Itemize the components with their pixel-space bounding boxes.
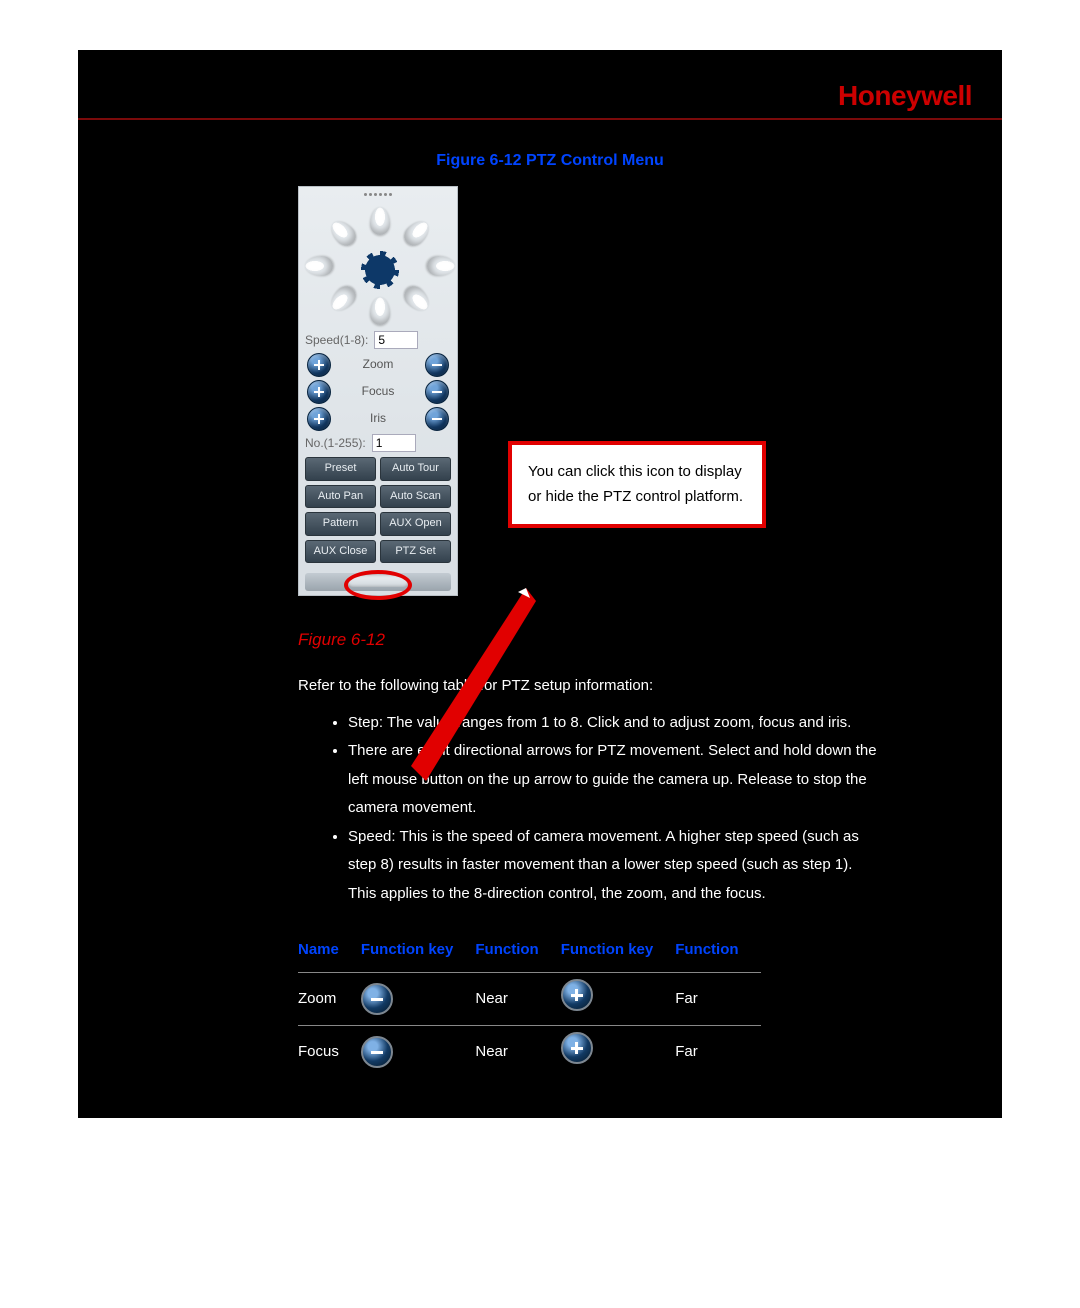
direction-pad: [305, 207, 455, 325]
minus-icon: [361, 983, 393, 1015]
direction-hub-icon[interactable]: [361, 251, 399, 289]
iris-row: Iris: [307, 407, 449, 431]
number-input[interactable]: [372, 434, 416, 452]
cell-func: Far: [675, 1026, 760, 1079]
focus-label: Focus: [331, 382, 425, 401]
arrow-right-icon[interactable]: [427, 256, 455, 276]
cell-minus-icon: [361, 973, 476, 1026]
minus-icon: [361, 1036, 393, 1068]
arrow-left-icon[interactable]: [305, 256, 333, 276]
figure-title: Figure 6-12 PTZ Control Menu: [158, 148, 942, 174]
th-name: Name: [298, 934, 361, 973]
preset-button[interactable]: Preset: [305, 457, 376, 481]
cell-func: Far: [675, 973, 760, 1026]
arrow-down-icon[interactable]: [370, 297, 390, 325]
cell-plus-icon: [561, 1026, 676, 1079]
th-f1: Function: [475, 934, 560, 973]
pattern-button[interactable]: Pattern: [305, 512, 376, 536]
arrow-up-right-icon[interactable]: [400, 216, 434, 250]
brand-logo: Honeywell: [838, 80, 972, 111]
focus-row: Focus: [307, 380, 449, 404]
cell-name: Focus: [298, 1026, 361, 1079]
iris-label: Iris: [331, 409, 425, 428]
list-item: Speed: This is the speed of camera movem…: [348, 823, 882, 909]
aux-close-button[interactable]: AUX Close: [305, 540, 376, 564]
callout-text: You can click this icon to display or hi…: [528, 463, 743, 506]
document-page: Honeywell Figure 6-12 PTZ Control Menu: [78, 50, 1002, 1118]
figure-wrap: Speed(1-8): Zoom Focus Iris: [158, 186, 942, 597]
cell-func: Near: [475, 973, 560, 1026]
page-content: Figure 6-12 PTZ Control Menu Speed(1-8):: [78, 120, 1002, 1078]
page-header: Honeywell: [78, 70, 1002, 120]
list-item: There are eight directional arrows for P…: [348, 737, 882, 823]
arrow-up-icon[interactable]: [370, 207, 390, 235]
iris-minus-icon[interactable]: [425, 407, 449, 431]
number-row: No.(1-255):: [305, 434, 451, 453]
table-row: Zoom Near Far: [298, 973, 761, 1026]
iris-plus-icon[interactable]: [307, 407, 331, 431]
info-list: Step: The value ranges from 1 to 8. Clic…: [158, 709, 942, 909]
zoom-minus-icon[interactable]: [425, 353, 449, 377]
cell-minus-icon: [361, 1026, 476, 1079]
arrow-down-left-icon[interactable]: [326, 282, 360, 316]
intro-text: Refer to the following table for PTZ set…: [158, 672, 942, 699]
auto-tour-button[interactable]: Auto Tour: [380, 457, 451, 481]
auto-scan-button[interactable]: Auto Scan: [380, 485, 451, 509]
ptz-control-panel: Speed(1-8): Zoom Focus Iris: [298, 186, 458, 597]
cell-func: Near: [475, 1026, 560, 1079]
zoom-row: Zoom: [307, 353, 449, 377]
function-table: Name Function key Function Function key …: [298, 934, 761, 1078]
th-fk2: Function key: [561, 934, 676, 973]
focus-plus-icon[interactable]: [307, 380, 331, 404]
zoom-plus-icon[interactable]: [307, 353, 331, 377]
speed-label: Speed(1-8):: [305, 331, 368, 350]
speed-input[interactable]: [374, 331, 418, 349]
callout-box: You can click this icon to display or hi…: [508, 441, 766, 528]
cell-name: Zoom: [298, 973, 361, 1026]
speed-row: Speed(1-8):: [305, 331, 451, 350]
ptz-set-button[interactable]: PTZ Set: [380, 540, 451, 564]
toggle-tab-icon[interactable]: [347, 575, 409, 587]
auto-pan-button[interactable]: Auto Pan: [305, 485, 376, 509]
cell-plus-icon: [561, 973, 676, 1026]
focus-minus-icon[interactable]: [425, 380, 449, 404]
plus-icon: [561, 979, 593, 1011]
th-fk1: Function key: [361, 934, 476, 973]
plus-icon: [561, 1032, 593, 1064]
ptz-button-grid: Preset Auto Tour Auto Pan Auto Scan Patt…: [305, 457, 451, 563]
panel-toggle-bar[interactable]: [305, 573, 451, 591]
arrow-down-right-icon[interactable]: [400, 282, 434, 316]
aux-open-button[interactable]: AUX Open: [380, 512, 451, 536]
th-f2: Function: [675, 934, 760, 973]
panel-grip-icon: [305, 193, 451, 203]
number-label: No.(1-255):: [305, 434, 366, 453]
table-row: Focus Near Far: [298, 1026, 761, 1079]
arrow-up-left-icon[interactable]: [326, 216, 360, 250]
figure-caption: Figure 6-12: [158, 626, 942, 653]
list-item: Step: The value ranges from 1 to 8. Clic…: [348, 709, 882, 738]
zoom-label: Zoom: [331, 355, 425, 374]
